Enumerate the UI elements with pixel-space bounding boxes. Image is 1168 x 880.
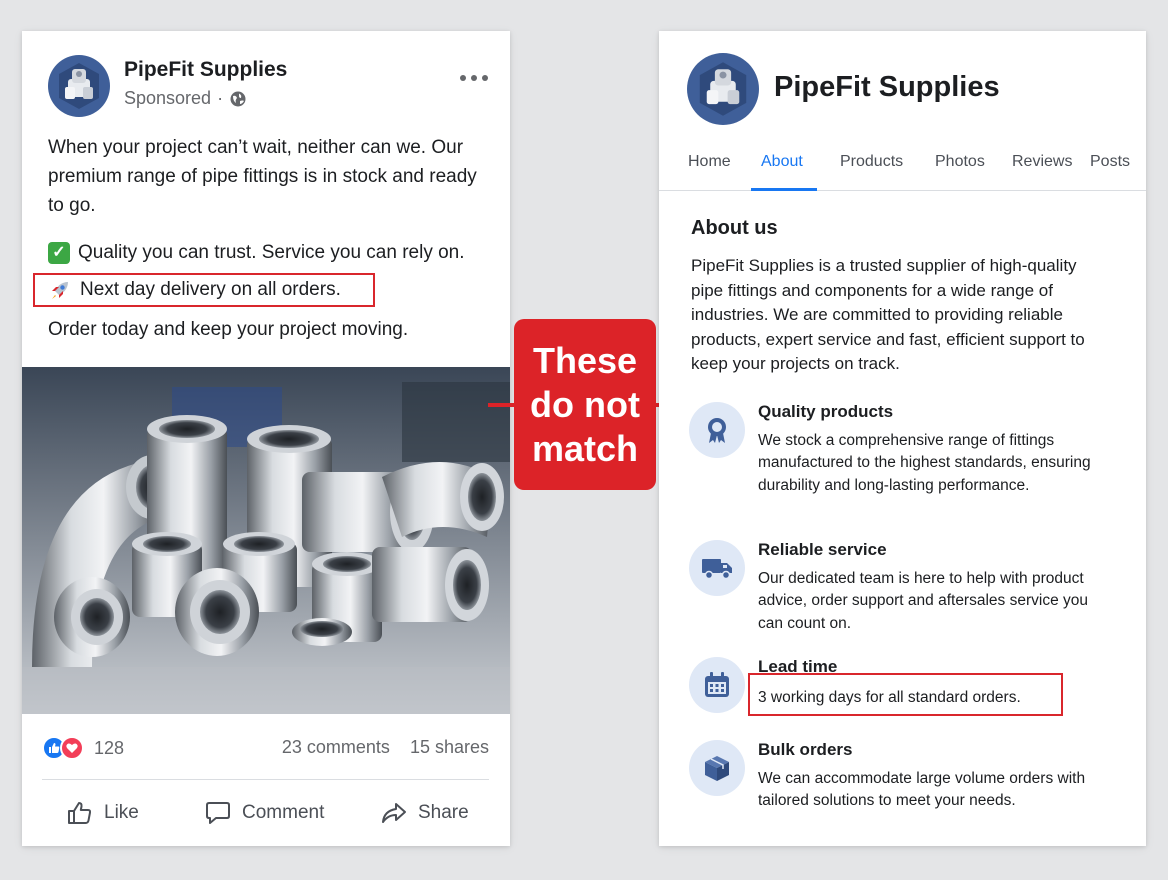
- callout-line: match: [531, 427, 639, 469]
- box-icon: [689, 740, 745, 796]
- pipe-fitting-logo-icon: [699, 62, 747, 116]
- sponsored-post: PipeFit Supplies Sponsored · When your p…: [22, 31, 510, 846]
- delivery-truck-icon: [689, 540, 745, 596]
- about-description: PipeFit Supplies is a trusted supplier o…: [691, 256, 1085, 374]
- rocket-icon: [52, 281, 68, 299]
- tab-home[interactable]: Home: [688, 153, 731, 171]
- feature-title: Bulk orders: [758, 740, 853, 759]
- reactions-summary[interactable]: 128: [42, 736, 124, 760]
- feature-description: We can accommodate large volume orders w…: [758, 770, 1086, 810]
- love-reaction-icon: [60, 736, 84, 760]
- check-mark-icon: ✓: [48, 241, 70, 264]
- order-line: Order today and keep your project moving…: [48, 319, 409, 340]
- post-body-text: When your project can’t wait, neither ca…: [48, 137, 477, 216]
- delivery-line: Next day delivery on all orders.: [48, 275, 341, 304]
- tab-reviews[interactable]: Reviews: [1012, 153, 1072, 171]
- tab-about[interactable]: About: [761, 153, 803, 171]
- award-ribbon-icon: [689, 402, 745, 458]
- feature-title: Quality products: [758, 402, 894, 421]
- shares-count-link[interactable]: 15 shares: [410, 737, 489, 758]
- brand-logo[interactable]: [48, 55, 110, 117]
- calendar-icon: [689, 657, 745, 713]
- comments-count-link[interactable]: 23 comments: [282, 737, 390, 758]
- speech-bubble-icon: [206, 802, 230, 824]
- page-tabs: Home About Products Photos Reviews Posts: [659, 139, 1146, 191]
- post-divider: [42, 779, 489, 780]
- sponsored-label: Sponsored: [124, 88, 212, 108]
- globe-icon: [230, 91, 246, 106]
- feature-title: Lead time: [758, 657, 838, 676]
- callout-line: do not: [530, 383, 640, 425]
- comment-label: Comment: [242, 802, 325, 823]
- quality-line: ✓ Quality you can trust. Service you can…: [48, 238, 465, 267]
- callout-line: These: [532, 339, 638, 381]
- tab-posts[interactable]: Posts: [1090, 153, 1130, 171]
- share-label: Share: [418, 802, 469, 823]
- tab-products[interactable]: Products: [840, 153, 903, 171]
- more-dot-icon: [460, 75, 466, 81]
- tab-photos[interactable]: Photos: [935, 153, 985, 171]
- business-about-page: PipeFit Supplies Home About Products Pho…: [659, 31, 1146, 846]
- share-arrow-icon: [382, 803, 406, 823]
- page-logo[interactable]: [687, 53, 759, 125]
- thumbs-up-icon: [68, 802, 92, 824]
- more-dot-icon: [471, 75, 477, 81]
- more-dot-icon: [482, 75, 488, 81]
- feature-title: Reliable service: [758, 540, 887, 559]
- post-meta: Sponsored ·: [124, 88, 247, 109]
- feature-description: 3 working days for all standard orders.: [758, 689, 1021, 706]
- comment-button[interactable]: Comment: [204, 798, 324, 828]
- like-button[interactable]: Like: [66, 798, 139, 828]
- pipe-fitting-logo-icon: [59, 63, 99, 109]
- post-page-name[interactable]: PipeFit Supplies: [124, 58, 287, 82]
- reaction-count: 128: [94, 737, 125, 758]
- pipe-fittings-photo[interactable]: [22, 367, 510, 714]
- like-label: Like: [104, 802, 139, 823]
- meta-separator: ·: [217, 88, 224, 108]
- pipe-fittings-illustration: [22, 367, 510, 714]
- delivery-line-text: Next day delivery on all orders.: [80, 279, 341, 300]
- feature-description: Our dedicated team is here to help with …: [758, 570, 1088, 632]
- share-button[interactable]: Share: [380, 798, 469, 828]
- engagement-counts: 23 comments 15 shares: [282, 737, 489, 758]
- more-options-button[interactable]: [460, 69, 488, 87]
- about-heading: About us: [691, 217, 778, 239]
- active-tab-indicator: [751, 188, 817, 191]
- quality-line-text: Quality you can trust. Service you can r…: [78, 242, 465, 263]
- page-title: PipeFit Supplies: [774, 71, 1000, 103]
- mismatch-callout: These do not match: [514, 319, 656, 490]
- feature-description: We stock a comprehensive range of fittin…: [758, 432, 1091, 494]
